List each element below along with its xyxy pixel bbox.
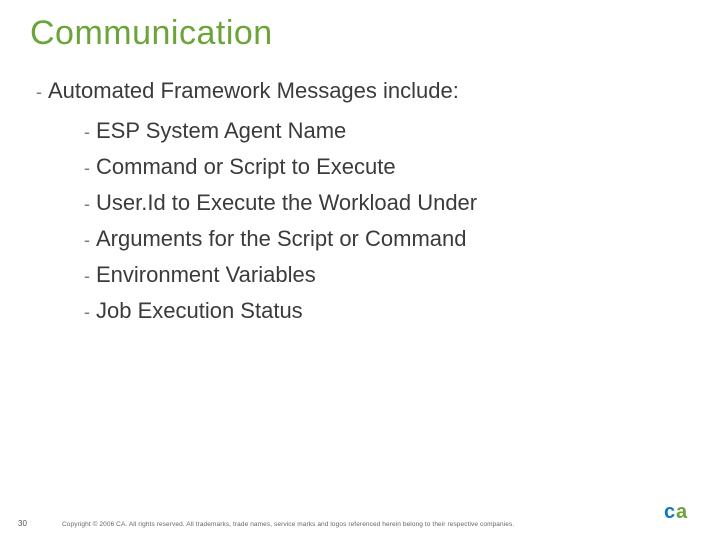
list-item: - User.Id to Execute the Workload Under (84, 190, 680, 216)
bullet-text: User.Id to Execute the Workload Under (96, 190, 477, 216)
slide-body: - Automated Framework Messages include: … (36, 78, 680, 330)
sub-bullets: - ESP System Agent Name - Command or Scr… (84, 118, 680, 324)
dash-icon: - (36, 81, 42, 103)
dash-icon: - (84, 229, 90, 251)
dash-icon: - (84, 121, 90, 143)
bullet-text: Arguments for the Script or Command (96, 226, 466, 252)
slide: Communication - Automated Framework Mess… (0, 0, 720, 540)
dash-icon: - (84, 193, 90, 215)
intro-bullet: - Automated Framework Messages include: (36, 78, 680, 104)
svg-text:a: a (676, 501, 688, 523)
ca-logo-icon: c a (664, 500, 698, 524)
bullet-text: ESP System Agent Name (96, 118, 346, 144)
list-item: - Arguments for the Script or Command (84, 226, 680, 252)
dash-icon: - (84, 301, 90, 323)
slide-footer: 30 Copyright © 2006 CA. All rights reser… (0, 506, 720, 530)
bullet-text: Environment Variables (96, 262, 316, 288)
list-item: - Environment Variables (84, 262, 680, 288)
bullet-text: Command or Script to Execute (96, 154, 396, 180)
slide-title: Communication (30, 14, 273, 53)
bullet-text: Job Execution Status (96, 298, 303, 324)
dash-icon: - (84, 265, 90, 287)
page-number: 30 (18, 519, 27, 528)
svg-text:c: c (664, 501, 675, 523)
dash-icon: - (84, 157, 90, 179)
list-item: - ESP System Agent Name (84, 118, 680, 144)
list-item: - Command or Script to Execute (84, 154, 680, 180)
list-item: - Job Execution Status (84, 298, 680, 324)
intro-text: Automated Framework Messages include: (48, 78, 459, 104)
copyright-text: Copyright © 2006 CA. All rights reserved… (62, 521, 514, 528)
